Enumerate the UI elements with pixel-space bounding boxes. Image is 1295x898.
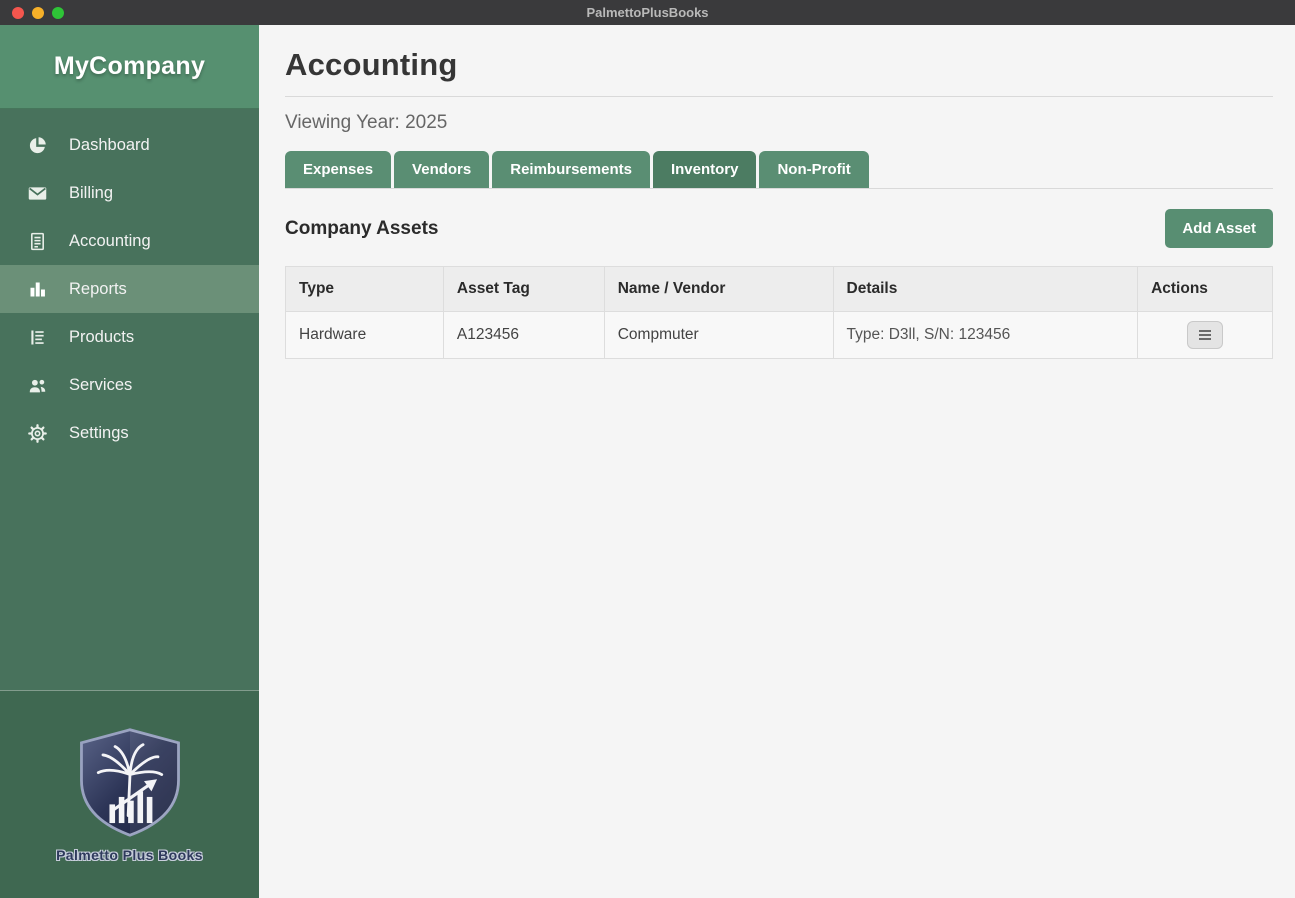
zoom-button[interactable] [52,7,64,19]
receipt-icon [27,231,48,252]
people-icon [27,375,48,396]
cell-details: Type: D3ll, S/N: 123456 [833,312,1138,359]
list-icon [27,327,48,348]
column-header-asset-tag: Asset Tag [443,267,604,312]
minimize-button[interactable] [32,7,44,19]
cell-name-vendor: Compmuter [604,312,833,359]
sidebar-nav: Dashboard Billing [0,109,259,690]
title-divider [285,96,1273,97]
sidebar-item-label: Accounting [69,232,151,251]
traffic-lights [12,0,64,25]
sidebar-item-label: Billing [69,184,113,203]
sidebar-item-reports[interactable]: Reports [0,265,259,313]
row-actions-menu-button[interactable] [1187,321,1223,349]
column-header-actions: Actions [1138,267,1273,312]
sidebar-item-products[interactable]: Products [0,313,259,361]
viewing-year-label: Viewing Year: 2025 [285,112,1273,134]
table-header-row: Type Asset Tag Name / Vendor Details Act… [286,267,1273,312]
sidebar-item-accounting[interactable]: Accounting [0,217,259,265]
column-header-type: Type [286,267,444,312]
sidebar-item-label: Dashboard [69,136,150,155]
sidebar-footer: Palmetto Plus Books [0,690,259,898]
sidebar-item-label: Products [69,328,134,347]
company-brand: MyCompany [0,25,259,109]
column-header-name-vendor: Name / Vendor [604,267,833,312]
sidebar-item-label: Services [69,376,132,395]
sidebar-item-settings[interactable]: Settings [0,409,259,457]
sidebar-item-services[interactable]: Services [0,361,259,409]
company-logo [71,726,189,843]
sidebar: MyCompany Dashboard [0,25,259,898]
main-content: Accounting Viewing Year: 2025 Expenses V… [259,25,1295,898]
tab-vendors[interactable]: Vendors [394,151,489,188]
tab-reimbursements[interactable]: Reimbursements [492,151,650,188]
sidebar-item-label: Settings [69,424,129,443]
tab-non-profit[interactable]: Non-Profit [759,151,868,188]
sidebar-item-dashboard[interactable]: Dashboard [0,121,259,169]
assets-table: Type Asset Tag Name / Vendor Details Act… [285,266,1273,359]
cell-actions [1138,312,1273,359]
pie-chart-icon [27,135,48,156]
tab-expenses[interactable]: Expenses [285,151,391,188]
page-title: Accounting [285,47,1273,83]
tab-inventory[interactable]: Inventory [653,151,757,188]
section-title: Company Assets [285,218,438,240]
titlebar: PalmettoPlusBooks [0,0,1295,25]
bar-chart-icon [27,279,48,300]
section-header: Company Assets Add Asset [285,209,1273,248]
logo-caption: Palmetto Plus Books [56,847,203,863]
window-title: PalmettoPlusBooks [586,5,708,20]
cell-asset-tag: A123456 [443,312,604,359]
sidebar-item-billing[interactable]: Billing [0,169,259,217]
envelope-icon [27,183,48,204]
sidebar-item-label: Reports [69,280,127,299]
add-asset-button[interactable]: Add Asset [1165,209,1273,248]
column-header-details: Details [833,267,1138,312]
close-button[interactable] [12,7,24,19]
app-window: PalmettoPlusBooks MyCompany Dashboard [0,0,1295,898]
accounting-tabs: Expenses Vendors Reimbursements Inventor… [285,151,1273,189]
table-row: Hardware A123456 Compmuter Type: D3ll, S… [286,312,1273,359]
gear-icon [27,423,48,444]
cell-type: Hardware [286,312,444,359]
menu-icon [1199,334,1211,336]
